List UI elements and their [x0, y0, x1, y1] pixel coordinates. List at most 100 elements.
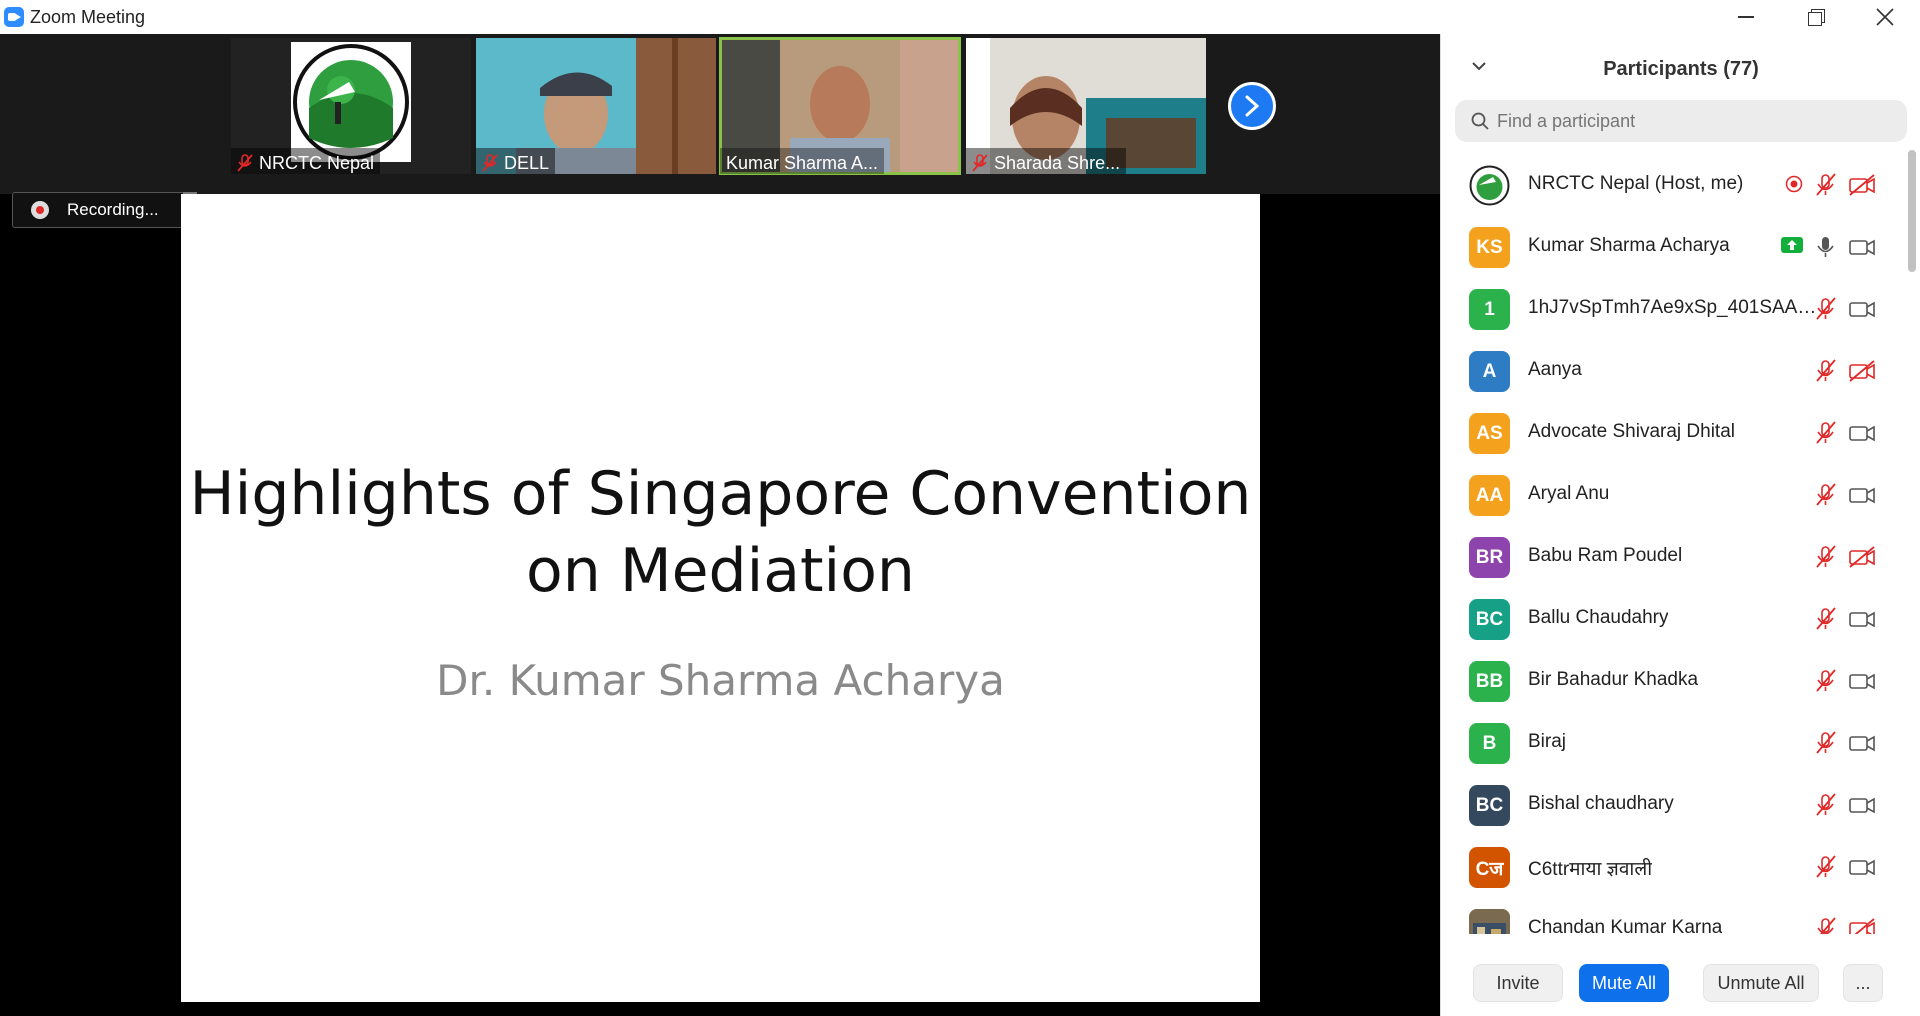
participant-row[interactable]: NRCTC Nepal (Host, me) — [1441, 154, 1905, 216]
video-off-icon — [1849, 546, 1875, 568]
participant-avatar: AA — [1469, 475, 1510, 516]
video-icon — [1849, 425, 1875, 442]
video-icon — [1849, 611, 1875, 628]
recording-label: Recording... — [67, 200, 159, 219]
search-icon — [1471, 112, 1489, 130]
next-page-button[interactable] — [1228, 82, 1276, 130]
tile-name: Kumar Sharma A... — [726, 152, 879, 173]
participant-row[interactable]: B Biraj — [1441, 712, 1905, 774]
participant-name: Biraj — [1528, 731, 1567, 752]
participant-name: Chandan Kumar Karna — [1528, 917, 1723, 934]
mic-muted-icon[interactable] — [1815, 855, 1837, 879]
participant-row[interactable]: Chandan Kumar Karna — [1441, 898, 1905, 934]
panel-header: Participants (77) — [1441, 54, 1920, 84]
participant-avatar — [1469, 909, 1510, 934]
participant-name: Bishal chaudhary — [1528, 793, 1674, 814]
screen-share-icon — [1781, 237, 1803, 253]
mic-muted-icon[interactable] — [1815, 359, 1837, 383]
participant-row[interactable]: BC Ballu Chaudahry — [1441, 588, 1905, 650]
mic-muted-icon[interactable] — [1815, 297, 1837, 321]
slide-title-line: Highlights of Singapore Convention — [189, 459, 1252, 529]
mic-muted-icon[interactable] — [1815, 917, 1837, 934]
video-icon — [1849, 673, 1875, 690]
invite-button[interactable]: Invite — [1473, 964, 1563, 1002]
mic-muted-icon[interactable] — [1815, 173, 1837, 197]
panel-title: Participants (77) — [1603, 58, 1759, 80]
video-tile-active-speaker[interactable]: Kumar Sharma A... — [719, 37, 961, 175]
participant-avatar: Cज — [1469, 847, 1510, 888]
participant-avatar: KS — [1469, 227, 1510, 268]
participant-avatar: BC — [1469, 599, 1510, 640]
mic-muted-icon[interactable] — [1815, 607, 1837, 631]
participant-row[interactable]: BR Babu Ram Poudel — [1441, 526, 1905, 588]
participant-avatar: B — [1469, 723, 1510, 764]
video-filmstrip: NRCTC Nepal DELL Kumar Sharma A... Shara… — [0, 34, 1440, 194]
mic-muted-icon[interactable] — [1815, 793, 1837, 817]
slide-title-line: on Mediation — [526, 536, 915, 606]
participant-avatar — [1469, 165, 1510, 206]
panel-footer: Invite Mute All Unmute All ... — [1441, 964, 1920, 1014]
scrollbar[interactable] — [1907, 150, 1917, 934]
participant-row[interactable]: BC Bishal chaudhary — [1441, 774, 1905, 836]
participant-row[interactable]: A Aanya — [1441, 340, 1905, 402]
video-icon — [1849, 487, 1875, 504]
more-options-button[interactable]: ... — [1843, 964, 1883, 1002]
video-off-icon — [1849, 360, 1875, 382]
shared-screen-slide: Highlights of Singapore Convention on Me… — [181, 194, 1260, 1002]
participant-row[interactable]: AA Aryal Anu — [1441, 464, 1905, 526]
video-icon — [1849, 735, 1875, 752]
tile-label: Kumar Sharma A... — [720, 148, 885, 174]
tile-label: NRCTC Nepal — [231, 148, 381, 174]
participant-name: C6ttrमाया ज्ञवाली — [1528, 859, 1653, 880]
recording-icon — [1785, 175, 1803, 193]
tile-name: NRCTC Nepal — [259, 152, 375, 173]
participant-avatar: BR — [1469, 537, 1510, 578]
participant-row[interactable]: KS Kumar Sharma Acharya — [1441, 216, 1905, 278]
video-tile[interactable]: NRCTC Nepal — [231, 38, 471, 174]
participant-name: 1hJ7vSpTmh7Ae9xSp_401SAAA... — [1528, 297, 1818, 318]
minimize-button[interactable] — [1710, 0, 1780, 34]
search-input[interactable] — [1497, 108, 1887, 134]
mute-all-button[interactable]: Mute All — [1579, 964, 1669, 1002]
slide-title: Highlights of Singapore Convention on Me… — [181, 456, 1260, 610]
video-icon — [1849, 239, 1875, 256]
mic-muted-icon[interactable] — [1815, 669, 1837, 693]
scrollbar-thumb[interactable] — [1908, 150, 1916, 272]
tile-label: DELL — [476, 148, 556, 174]
participant-avatar: 1 — [1469, 289, 1510, 330]
mic-muted-icon — [237, 154, 253, 172]
participant-search[interactable] — [1455, 100, 1907, 142]
participant-name: Ballu Chaudahry — [1528, 607, 1669, 628]
zoom-logo-icon — [4, 7, 24, 27]
participant-name: NRCTC Nepal (Host, me) — [1528, 173, 1744, 194]
tile-name: DELL — [504, 152, 550, 173]
participant-row[interactable]: 1 1hJ7vSpTmh7Ae9xSp_401SAAA... — [1441, 278, 1905, 340]
mic-muted-icon[interactable] — [1815, 421, 1837, 445]
close-button[interactable] — [1850, 0, 1920, 34]
participant-row[interactable]: Cज C6ttrमाया ज्ञवाली — [1441, 836, 1905, 898]
recording-indicator[interactable]: Recording... — [12, 192, 197, 228]
participant-row[interactable]: AS Advocate Shivaraj Dhital — [1441, 402, 1905, 464]
window-title: Zoom Meeting — [30, 7, 146, 27]
video-tile[interactable]: Sharada Shre... — [966, 38, 1206, 174]
mic-icon[interactable] — [1815, 235, 1837, 259]
tile-name: Sharada Shre... — [994, 152, 1121, 173]
title-bar: Zoom Meeting — [0, 0, 1920, 34]
unmute-all-button[interactable]: Unmute All — [1703, 964, 1819, 1002]
mic-muted-icon[interactable] — [1815, 731, 1837, 755]
mic-muted-icon[interactable] — [1815, 483, 1837, 507]
mic-muted-icon — [482, 154, 498, 172]
record-icon — [31, 201, 49, 219]
participant-row[interactable]: BB Bir Bahadur Khadka — [1441, 650, 1905, 712]
close-icon — [1876, 8, 1894, 26]
participant-name: Kumar Sharma Acharya — [1528, 235, 1730, 256]
mic-muted-icon[interactable] — [1815, 545, 1837, 569]
video-tile[interactable]: DELL — [476, 38, 716, 174]
tile-label: Sharada Shre... — [966, 148, 1127, 174]
chevron-right-icon — [1245, 95, 1260, 117]
participant-name: Bir Bahadur Khadka — [1528, 669, 1699, 690]
restore-button[interactable] — [1780, 0, 1850, 34]
video-icon — [1849, 301, 1875, 318]
participant-avatar: A — [1469, 351, 1510, 392]
participant-name: Aanya — [1528, 359, 1582, 380]
